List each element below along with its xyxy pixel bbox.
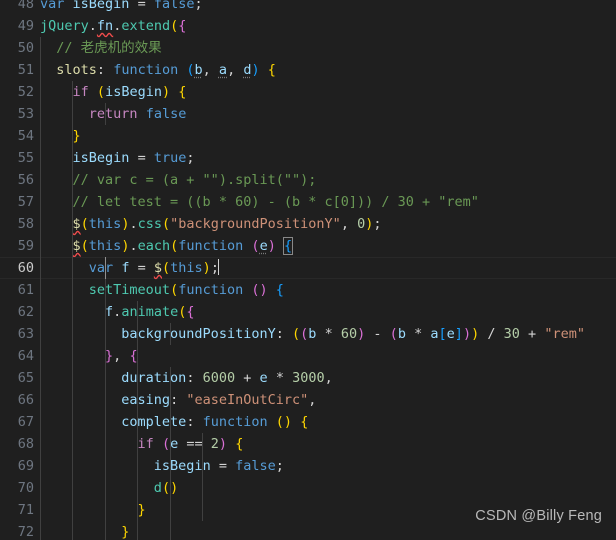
code-row[interactable]: 64 }, { (0, 345, 616, 367)
line-number: 63 (17, 326, 34, 342)
line-content: } (72, 128, 81, 144)
line-content: jQuery.fn.extend({ (40, 18, 187, 34)
line-content: if (e == 2) { (137, 436, 244, 452)
code-row[interactable]: 65 duration: 6000 + e * 3000, (0, 367, 616, 389)
code-row[interactable]: 67 complete: function () { (0, 411, 616, 433)
code-row[interactable]: 59 $(this).each(function (e) { (0, 235, 616, 257)
code-row[interactable]: 50 // 老虎机的效果 (0, 37, 616, 59)
line-content: complete: function () { (121, 414, 309, 430)
line-number: 54 (17, 128, 34, 144)
line-number: 68 (17, 436, 34, 452)
line-number: 61 (17, 282, 34, 298)
code-row[interactable]: 61 setTimeout(function () { (0, 279, 616, 301)
line-number: 64 (17, 348, 34, 364)
code-lines[interactable]: 48 var isBegin = false; 49 jQuery.fn.ext… (0, 0, 616, 540)
line-content: return false (88, 106, 187, 122)
code-row[interactable]: 51 slots: function (b, a, d) { (0, 59, 616, 81)
line-content: isBegin = false; (153, 458, 284, 474)
indent-guides (0, 125, 616, 147)
code-row[interactable]: 49 jQuery.fn.extend({ (0, 15, 616, 37)
line-content: $(this).css("backgroundPositionY", 0); (72, 216, 382, 232)
line-content: if (isBegin) { (72, 84, 187, 100)
line-number: 72 (17, 524, 34, 540)
line-number: 48 (17, 0, 34, 12)
code-row[interactable]: 53 return false (0, 103, 616, 125)
line-content: $(this).each(function (e) { (72, 237, 294, 255)
code-row[interactable]: 52 if (isBegin) { (0, 81, 616, 103)
line-number: 50 (17, 40, 34, 56)
line-content: // var c = (a + "").split(""); (72, 172, 317, 188)
code-row[interactable]: 62 f.animate({ (0, 301, 616, 323)
line-content: isBegin = true; (72, 150, 195, 166)
line-number: 66 (17, 392, 34, 408)
code-row[interactable]: 55 isBegin = true; (0, 147, 616, 169)
line-content: setTimeout(function () { (88, 282, 284, 298)
code-row[interactable]: 54 } (0, 125, 616, 147)
line-content: backgroundPositionY: ((b * 60) - (b * a[… (121, 326, 585, 342)
code-row-active[interactable]: 60 var f = $(this); (0, 257, 616, 279)
text-cursor (217, 259, 220, 275)
code-row[interactable]: 48 var isBegin = false; (0, 0, 616, 15)
line-content: var isBegin = false; (40, 0, 203, 12)
line-number: 67 (17, 414, 34, 430)
line-content: }, { (105, 348, 138, 364)
line-content: easing: "easeInOutCirc", (121, 392, 317, 408)
line-number: 69 (17, 458, 34, 474)
line-number: 53 (17, 106, 34, 122)
line-content: } (137, 502, 146, 518)
code-row[interactable]: 70 d() (0, 477, 616, 499)
line-content: // let test = ((b * 60) - (b * c[0])) / … (72, 194, 479, 210)
line-number: 52 (17, 84, 34, 100)
code-editor[interactable]: 48 var isBegin = false; 49 jQuery.fn.ext… (0, 0, 616, 540)
line-content: f.animate({ (105, 304, 195, 320)
line-content: } (121, 524, 130, 540)
line-number: 55 (17, 150, 34, 166)
line-number: 56 (17, 172, 34, 188)
code-row[interactable]: 57 // let test = ((b * 60) - (b * c[0]))… (0, 191, 616, 213)
line-content: // 老虎机的效果 (56, 40, 162, 56)
line-number: 59 (17, 238, 34, 254)
line-number: 70 (17, 480, 34, 496)
code-row[interactable]: 68 if (e == 2) { (0, 433, 616, 455)
line-number: 49 (17, 18, 34, 34)
line-content: d() (153, 480, 179, 496)
watermark: CSDN @Billy Feng (475, 508, 602, 524)
line-number: 65 (17, 370, 34, 386)
line-number: 51 (17, 62, 34, 78)
code-row[interactable]: 58 $(this).css("backgroundPositionY", 0)… (0, 213, 616, 235)
line-content: duration: 6000 + e * 3000, (121, 370, 333, 386)
code-row[interactable]: 56 // var c = (a + "").split(""); (0, 169, 616, 191)
line-content: var f = $(this); (88, 259, 220, 276)
line-number: 62 (17, 304, 34, 320)
code-row[interactable]: 66 easing: "easeInOutCirc", (0, 389, 616, 411)
line-number: 57 (17, 194, 34, 210)
code-row[interactable]: 63 backgroundPositionY: ((b * 60) - (b *… (0, 323, 616, 345)
line-number: 58 (17, 216, 34, 232)
line-number: 71 (17, 502, 34, 518)
line-content: slots: function (b, a, d) { (56, 62, 276, 78)
line-number-active: 60 (17, 260, 34, 276)
code-row[interactable]: 69 isBegin = false; (0, 455, 616, 477)
